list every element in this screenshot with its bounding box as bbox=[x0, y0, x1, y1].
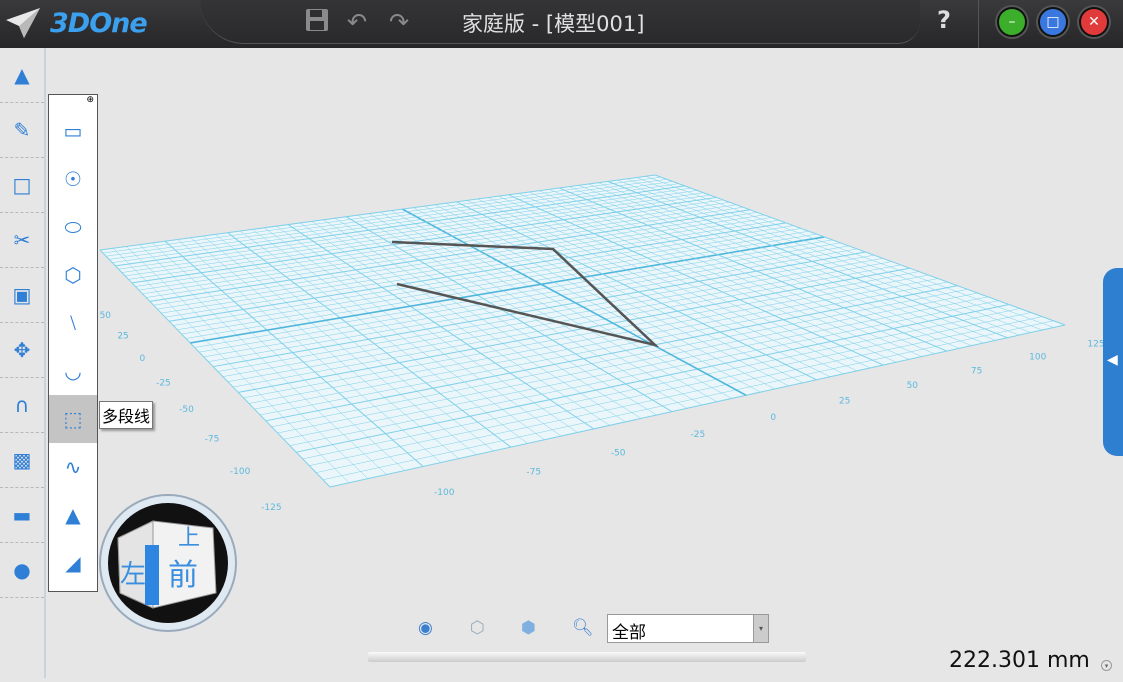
logo-text: 3DOne bbox=[50, 7, 148, 39]
arc-icon: ◡ bbox=[64, 359, 82, 383]
grid-label-left: -100 bbox=[230, 467, 251, 477]
eye-icon[interactable]: ◉ bbox=[418, 618, 433, 638]
grid-label-front: -25 bbox=[691, 430, 706, 440]
basic-solid-icon: ▣ bbox=[12, 283, 32, 307]
circle-icon: ☉ bbox=[64, 167, 82, 191]
view-top-label[interactable]: 上 bbox=[178, 526, 200, 551]
grid-label-front: 100 bbox=[1029, 353, 1046, 363]
grid-label-left: 25 bbox=[117, 332, 128, 342]
wireframe-cube-icon[interactable]: ⬡ bbox=[470, 618, 485, 638]
sidebar-item-combination[interactable]: ▲ bbox=[0, 48, 44, 103]
undo-icon[interactable]: ↶ bbox=[347, 8, 367, 36]
tool-polyline[interactable]: ⬚ bbox=[49, 395, 97, 443]
rectangle-icon: ▭ bbox=[63, 119, 83, 143]
combination-icon: ▲ bbox=[14, 63, 30, 87]
close-button[interactable]: ✕ bbox=[1079, 7, 1109, 37]
edit-sketch-icon: □ bbox=[12, 173, 32, 197]
triangle-icon: ▲ bbox=[65, 503, 81, 527]
grid-label-left: 50 bbox=[100, 311, 112, 321]
grid-label-left: -75 bbox=[205, 434, 220, 444]
unit-dropdown-icon[interactable]: ▾ bbox=[1101, 660, 1112, 671]
measure-icon: ▬ bbox=[12, 503, 32, 527]
help-button[interactable]: ? bbox=[937, 6, 951, 34]
tool-polygon[interactable]: ⬡ bbox=[49, 251, 97, 299]
right-panel-toggle[interactable]: ◀ bbox=[1103, 268, 1123, 456]
pin-icon[interactable]: ⊕ bbox=[49, 95, 97, 107]
solid-cube-icon[interactable]: ⬢ bbox=[521, 618, 536, 638]
tool-spline[interactable]: ∿ bbox=[49, 443, 97, 491]
grid-label-front: -75 bbox=[526, 468, 541, 478]
grid-label-front: 125 bbox=[1087, 339, 1104, 349]
sidebar-item-edit-sketch[interactable]: □ bbox=[0, 158, 44, 213]
sketch-flyout: ⊕ ▭ ☉ ⬭ ⬡ ⧵ ◡ ⬚ ∿ ▲ ◢ bbox=[48, 94, 98, 592]
app-logo: 3DOne bbox=[4, 6, 148, 40]
grid-label-left: 0 bbox=[139, 354, 145, 364]
grid-label-left: -125 bbox=[261, 503, 281, 513]
polygon-icon: ⬡ bbox=[64, 263, 82, 287]
grid-label-front: 75 bbox=[971, 367, 982, 377]
line-icon: ⧵ bbox=[69, 311, 77, 335]
paper-plane-icon bbox=[6, 8, 40, 38]
sidebar-item-special-function[interactable]: ✂ bbox=[0, 213, 44, 268]
tooltip: 多段线 bbox=[99, 401, 154, 429]
tool-reference[interactable]: ◢ bbox=[49, 539, 97, 587]
grid-label-front: 0 bbox=[770, 413, 776, 423]
sidebar-item-sphere[interactable]: ● bbox=[0, 543, 44, 598]
spline-icon: ∿ bbox=[64, 455, 82, 479]
tool-line[interactable]: ⧵ bbox=[49, 299, 97, 347]
view-left-label[interactable]: 左 bbox=[120, 560, 146, 590]
tool-arc[interactable]: ◡ bbox=[49, 347, 97, 395]
title-bar: 3DOne ↶ ↷ 家庭版 - [模型001] ? – □ ✕ bbox=[0, 0, 1123, 48]
ellipse-icon: ⬭ bbox=[64, 215, 82, 239]
sphere-icon: ● bbox=[13, 558, 31, 582]
special-function-icon: ✂ bbox=[13, 228, 31, 252]
sketch-icon: ✎ bbox=[13, 118, 31, 142]
grid-label-front: 25 bbox=[839, 397, 850, 407]
sidebar-item-sketch[interactable]: ✎ bbox=[0, 103, 44, 158]
sidebar-item-basic-solid[interactable]: ▣ bbox=[0, 268, 44, 323]
sidebar-item-move[interactable]: ✥ bbox=[0, 323, 44, 378]
chevron-left-icon: ◀ bbox=[1107, 352, 1118, 368]
sidebar-item-measure[interactable]: ▬ bbox=[0, 488, 44, 543]
dropdown-arrow-icon[interactable]: ▾ bbox=[753, 615, 768, 642]
grid-label-left: -50 bbox=[179, 405, 194, 415]
save-icon[interactable] bbox=[305, 8, 329, 38]
divider bbox=[978, 0, 979, 48]
filter-select[interactable]: 全部 ▾ bbox=[607, 614, 769, 643]
sidebar-item-attach[interactable]: ∩ bbox=[0, 378, 44, 433]
feature-icon: ▩ bbox=[12, 448, 32, 472]
view-front-label[interactable]: 前 bbox=[168, 558, 198, 593]
grid-label-front: 50 bbox=[907, 381, 919, 391]
minimize-button[interactable]: – bbox=[997, 7, 1027, 37]
filter-value: 全部 bbox=[612, 623, 646, 643]
polyline-icon: ⬚ bbox=[63, 407, 83, 431]
grid-label-front: -50 bbox=[611, 448, 626, 458]
window-title: 家庭版 - [模型001] bbox=[462, 12, 645, 36]
tool-triangle[interactable]: ▲ bbox=[49, 491, 97, 539]
view-cube[interactable]: 上 左 前 bbox=[98, 493, 238, 633]
shelf bbox=[368, 652, 806, 662]
measure-readout: 222.301 mm bbox=[949, 648, 1090, 673]
sidebar-item-feature[interactable]: ▩ bbox=[0, 433, 44, 488]
zoom-icon[interactable]: 🔍︎ bbox=[572, 618, 594, 638]
tool-rectangle[interactable]: ▭ bbox=[49, 107, 97, 155]
move-icon: ✥ bbox=[13, 338, 31, 362]
maximize-button[interactable]: □ bbox=[1038, 7, 1068, 37]
left-toolbar: ▲ ✎ □ ✂ ▣ ✥ ∩ ▩ ▬ ● bbox=[0, 48, 46, 678]
attach-icon: ∩ bbox=[14, 393, 30, 417]
reference-icon: ◢ bbox=[65, 551, 81, 575]
redo-icon[interactable]: ↷ bbox=[389, 8, 409, 36]
tool-ellipse[interactable]: ⬭ bbox=[49, 203, 97, 251]
grid-label-left: -25 bbox=[156, 378, 171, 388]
tool-circle[interactable]: ☉ bbox=[49, 155, 97, 203]
grid-label-front: -100 bbox=[434, 488, 455, 498]
